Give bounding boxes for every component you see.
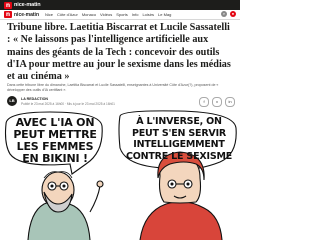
article-headline: Tribune libre. Laetitia Biscarrat et Luc…: [7, 22, 231, 83]
facebook-share-icon[interactable]: f: [199, 97, 209, 107]
nav-item[interactable]: Monaco: [82, 12, 96, 17]
bubble-line: CONTRE LE SEXISME: [125, 150, 233, 162]
nav-items: Nice Côte d'Azur Monaco Vidéos Sports In…: [45, 12, 171, 17]
bubble-line: INTELLIGEMMENT: [133, 139, 225, 150]
nav-item[interactable]: Le Mag: [158, 12, 171, 17]
nav-item[interactable]: Sports: [116, 12, 128, 17]
nav-logo[interactable]: n nice-matin: [4, 11, 39, 18]
cartoon-illustration: AVEC L'IA ON PEUT METTRE LES FEMMES EN B…: [0, 108, 240, 240]
left-character: [27, 171, 104, 240]
nav-item[interactable]: Vidéos: [100, 12, 112, 17]
logo-icon: n: [4, 1, 12, 9]
nav-logo-text: nice-matin: [14, 11, 40, 18]
user-icon[interactable]: ●: [230, 11, 236, 17]
article-chapo: Dans cette tribune libre du dimanche, La…: [7, 83, 219, 92]
linkedin-share-icon[interactable]: in: [225, 97, 235, 107]
author-avatar[interactable]: LB: [7, 96, 17, 106]
search-icon[interactable]: ⌕: [221, 11, 227, 17]
nav-item[interactable]: Nice: [45, 12, 53, 17]
site-logo[interactable]: n nice-matin: [4, 1, 41, 9]
nav-item[interactable]: Info: [132, 12, 139, 17]
left-bubble-text: AVEC L'IA ON PEUT METTRE LES FEMMES EN B…: [8, 117, 102, 165]
author-meta: LA REDACTION Publié le 23 mai 2025 à 16h…: [21, 97, 115, 106]
main-nav: n nice-matin Nice Côte d'Azur Monaco Vid…: [0, 10, 240, 20]
publish-date: Publié le 23 mai 2025 à 16h00 · Mis à jo…: [21, 101, 115, 106]
top-bar: n nice-matin: [0, 0, 240, 10]
bubble-line: EN BIKINI !: [22, 152, 88, 165]
nav-actions: ⌕ ●: [221, 11, 236, 17]
logo-text: nice-matin: [14, 2, 41, 8]
author-name[interactable]: LA REDACTION: [21, 97, 115, 101]
nav-item[interactable]: Côte d'Azur: [57, 12, 78, 17]
x-share-icon[interactable]: x: [212, 97, 222, 107]
nav-item[interactable]: Loisirs: [142, 12, 154, 17]
right-bubble-text: À L'INVERSE, ON PEUT S'EN SERVIR INTELLI…: [122, 116, 236, 162]
bubble-line: À L'INVERSE, ON: [136, 116, 222, 127]
share-buttons: f x in: [199, 97, 235, 107]
nav-logo-icon: n: [4, 11, 12, 18]
bubble-line: PEUT S'EN SERVIR: [131, 127, 227, 139]
